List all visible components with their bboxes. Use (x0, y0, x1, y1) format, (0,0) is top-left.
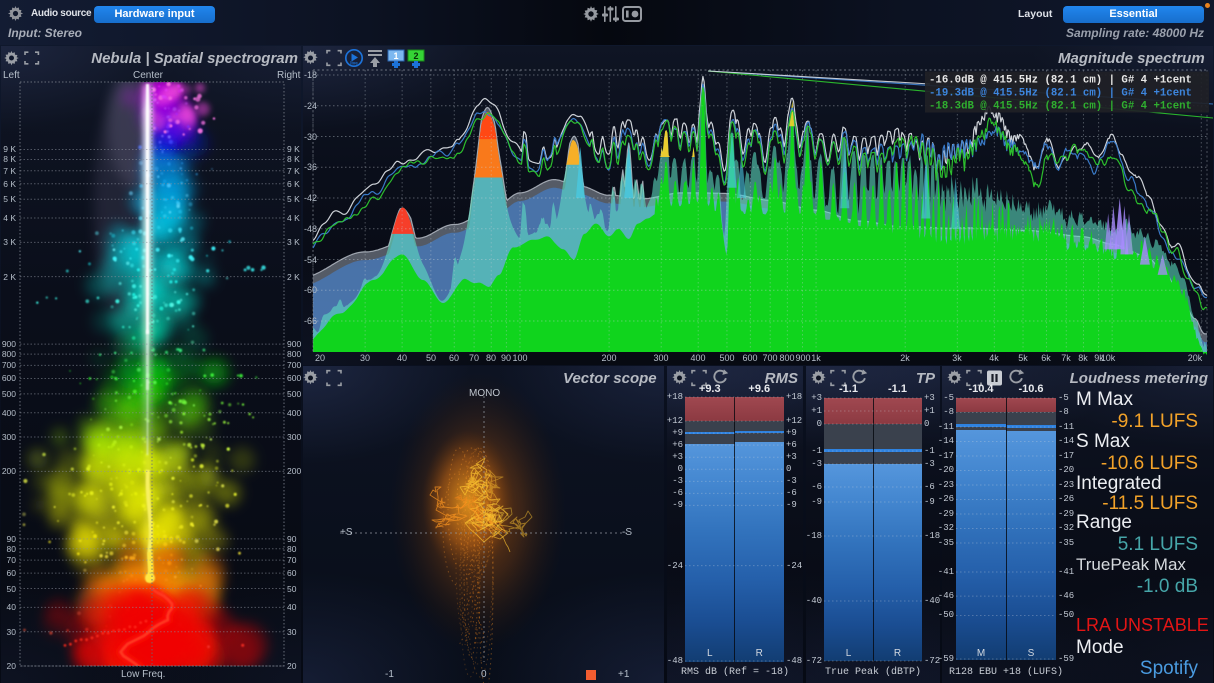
svg-text:2: 2 (413, 51, 418, 61)
svg-text:live: live (350, 61, 358, 66)
svg-text:1: 1 (393, 51, 398, 61)
